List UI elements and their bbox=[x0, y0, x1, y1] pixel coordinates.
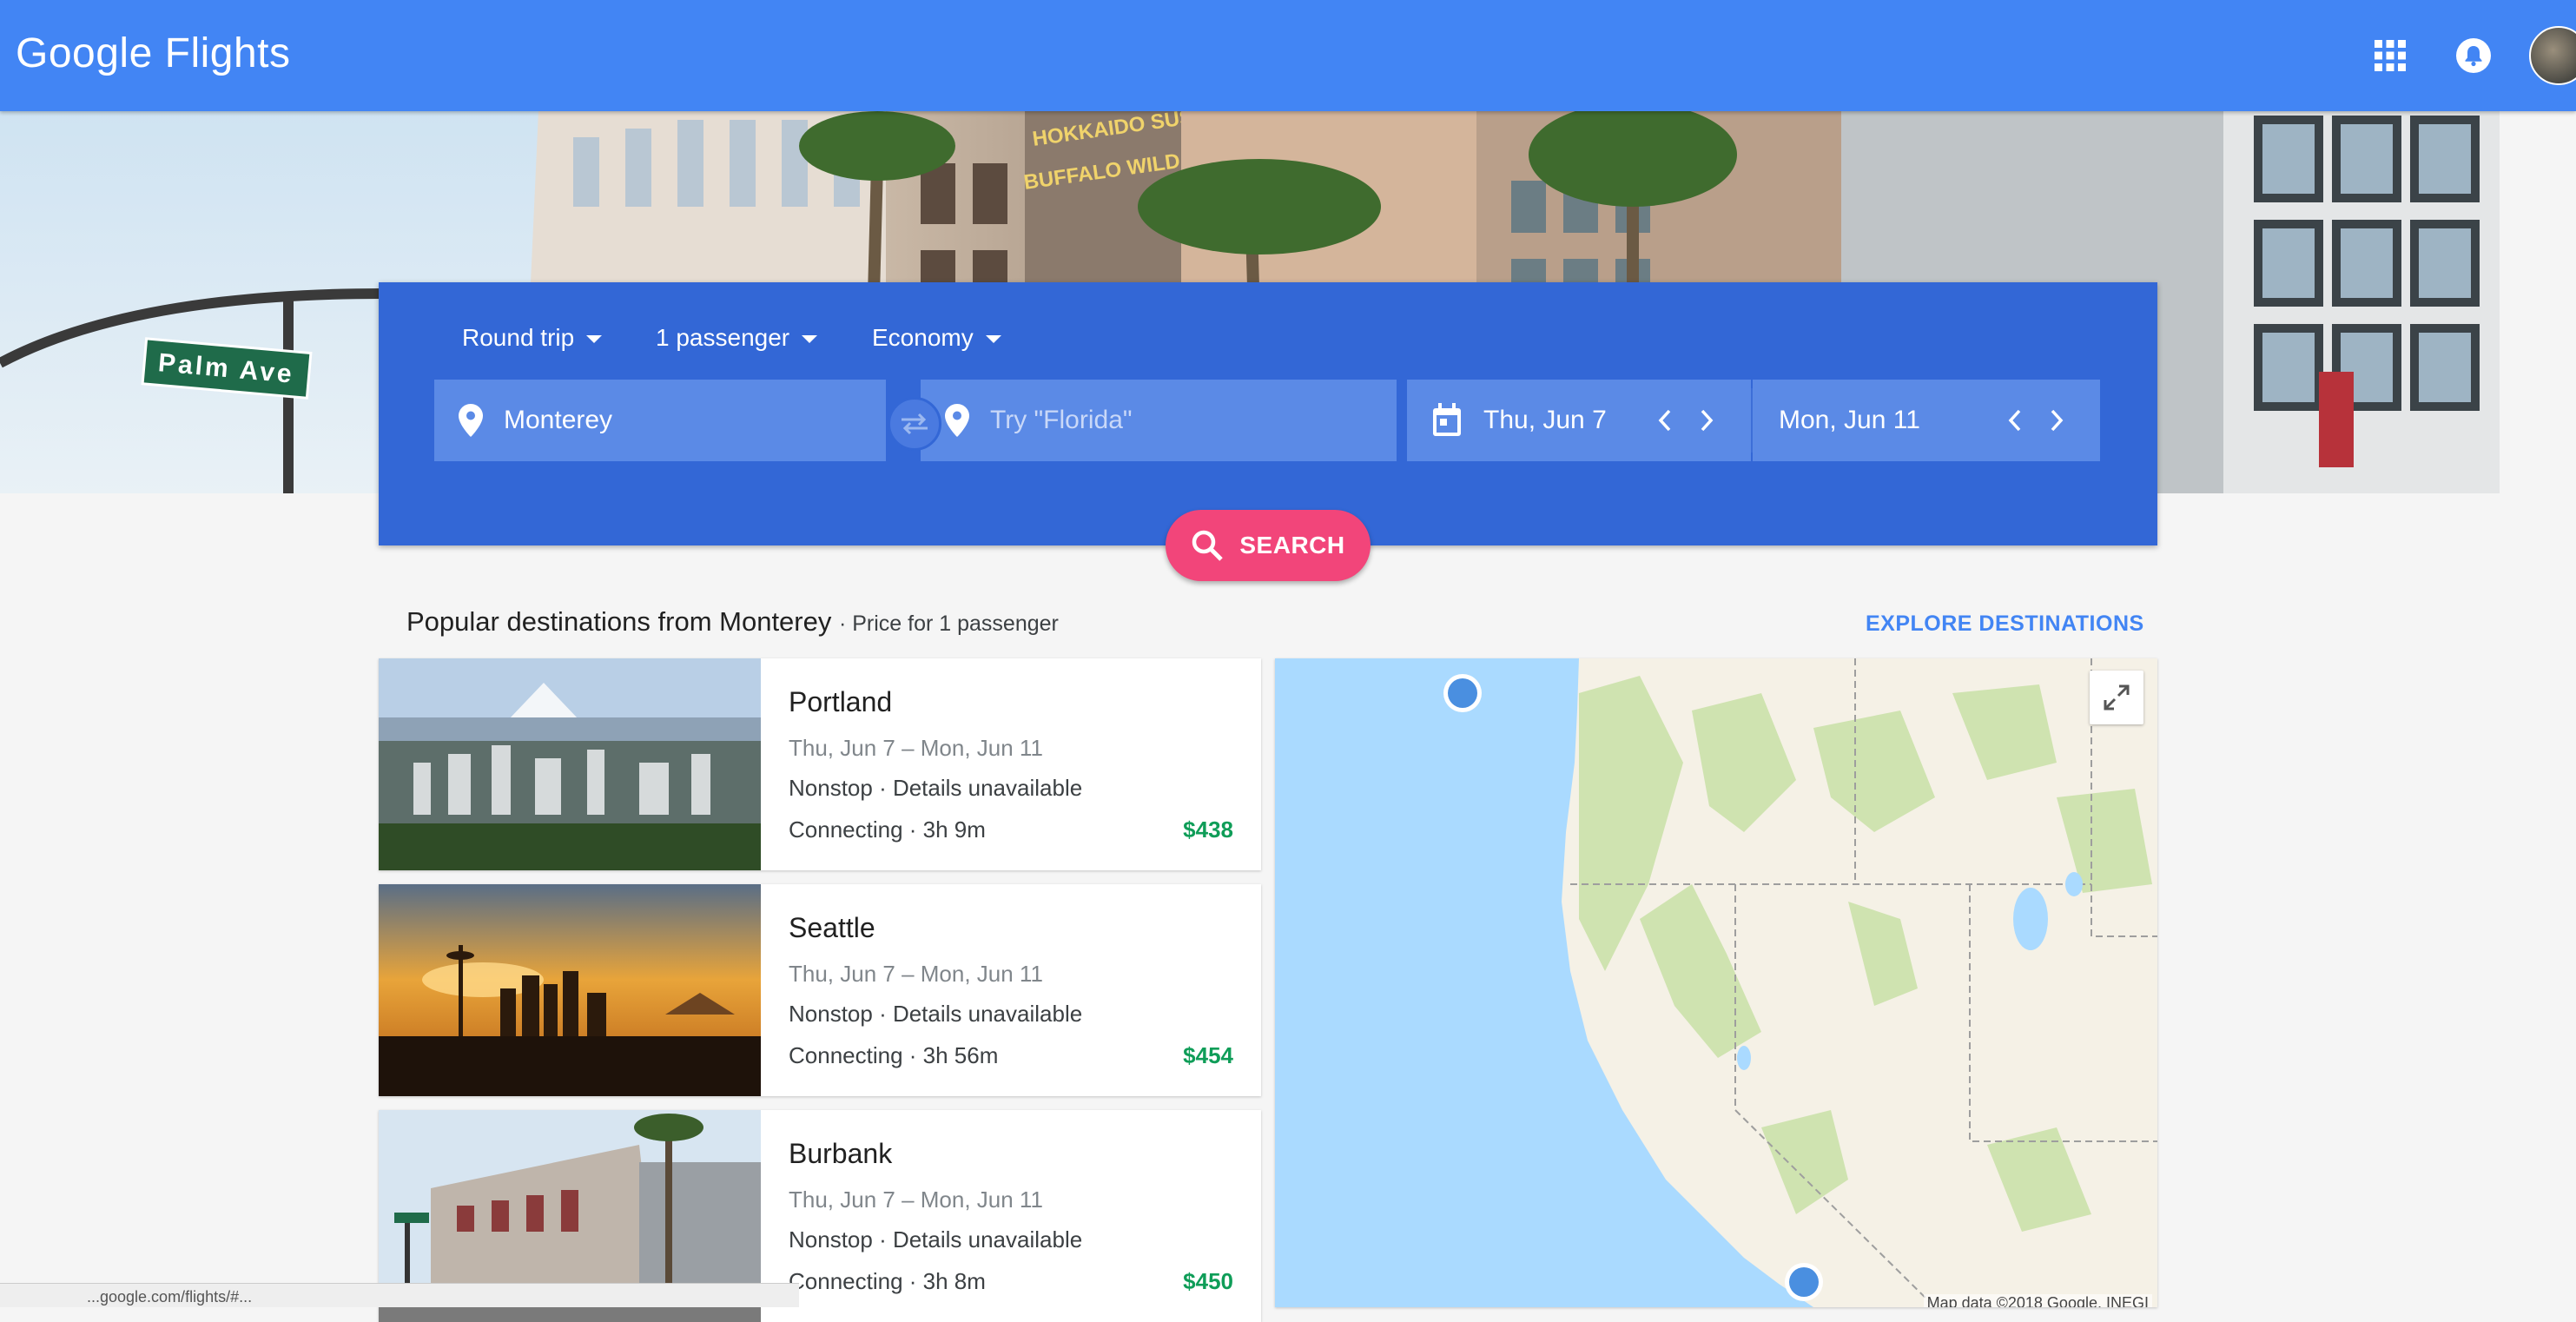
trip-type-dropdown[interactable]: Round trip bbox=[462, 324, 603, 352]
chevron-right-icon[interactable] bbox=[1699, 408, 1714, 433]
search-button-label: SEARCH bbox=[1239, 532, 1345, 559]
fullscreen-button[interactable] bbox=[2090, 671, 2143, 724]
return-date-field[interactable]: Mon, Jun 11 bbox=[1753, 380, 2100, 461]
portland-photo bbox=[379, 658, 761, 870]
depart-date-field[interactable]: Thu, Jun 7 bbox=[1407, 380, 1751, 461]
nonstop-info: Nonstop · Details unavailable bbox=[789, 775, 1083, 801]
browser-status-url: ...google.com/flights/#... bbox=[0, 1283, 799, 1307]
connecting-info: Connecting · 3h 9m bbox=[789, 816, 986, 843]
cabin-class-label: Economy bbox=[872, 324, 974, 351]
caret-down-icon bbox=[985, 334, 1001, 343]
google-flights-logo[interactable]: Google Flights bbox=[16, 30, 291, 77]
connecting-info: Connecting · 3h 8m bbox=[789, 1268, 986, 1294]
connecting-info: Connecting · 3h 56m bbox=[789, 1042, 999, 1068]
location-pin-icon bbox=[459, 404, 483, 437]
caret-down-icon bbox=[586, 334, 603, 343]
destination-city: Seattle bbox=[789, 912, 875, 943]
destination-card-portland[interactable]: Portland Thu, Jun 7 – Mon, Jun 11 Nonsto… bbox=[379, 658, 1261, 870]
passengers-label: 1 passenger bbox=[656, 324, 790, 351]
origin-field[interactable]: Monterey bbox=[434, 380, 886, 461]
chevron-left-icon[interactable] bbox=[1657, 408, 1673, 433]
swap-origin-destination-button[interactable] bbox=[888, 397, 941, 451]
account-avatar[interactable] bbox=[2529, 26, 2576, 85]
expand-arrows-icon bbox=[2104, 684, 2130, 711]
calendar-icon bbox=[1433, 403, 1461, 436]
origin-value: Monterey bbox=[504, 406, 613, 434]
seattle-photo bbox=[379, 884, 761, 1096]
destination-card-seattle[interactable]: Seattle Thu, Jun 7 – Mon, Jun 11 Nonstop… bbox=[379, 884, 1261, 1096]
trip-type-label: Round trip bbox=[462, 324, 575, 351]
destination-price: $450 bbox=[1183, 1268, 1233, 1294]
chevron-left-icon[interactable] bbox=[2007, 408, 2023, 433]
map-marker-portland[interactable] bbox=[1443, 674, 1482, 712]
search-button[interactable]: SEARCH bbox=[1166, 510, 1371, 581]
search-icon bbox=[1192, 530, 1224, 561]
cabin-class-dropdown[interactable]: Economy bbox=[872, 324, 1001, 352]
top-app-bar: Google Flights bbox=[0, 0, 2576, 111]
swap-arrows-icon bbox=[902, 413, 928, 435]
destination-price: $454 bbox=[1183, 1042, 1233, 1068]
chevron-right-icon[interactable] bbox=[2049, 408, 2064, 433]
nonstop-info: Nonstop · Details unavailable bbox=[789, 1226, 1083, 1253]
map-credit: Map data ©2018 Google, INEGI bbox=[1923, 1294, 2152, 1307]
nonstop-info: Nonstop · Details unavailable bbox=[789, 1001, 1083, 1027]
explore-destinations-link[interactable]: EXPLORE DESTINATIONS bbox=[1866, 611, 2144, 637]
map-marker-burbank[interactable] bbox=[1785, 1263, 1823, 1301]
passengers-dropdown[interactable]: 1 passenger bbox=[656, 324, 818, 352]
destination-price: $438 bbox=[1183, 816, 1233, 843]
destination-city: Burbank bbox=[789, 1138, 893, 1169]
return-date-value: Mon, Jun 11 bbox=[1779, 406, 1920, 434]
destination-dates: Thu, Jun 7 – Mon, Jun 11 bbox=[789, 1186, 1043, 1213]
popular-destinations-title: Popular destinations from Monterey · Pri… bbox=[406, 606, 1059, 638]
destination-dates: Thu, Jun 7 – Mon, Jun 11 bbox=[789, 735, 1043, 761]
caret-down-icon bbox=[802, 334, 818, 343]
price-note: · Price for 1 passenger bbox=[838, 611, 1059, 636]
destinations-map[interactable]: Map data ©2018 Google, INEGI bbox=[1275, 658, 2157, 1307]
popular-destinations-heading: Popular destinations from Monterey bbox=[406, 606, 832, 637]
notifications-bell-icon[interactable] bbox=[2454, 36, 2493, 75]
destination-dates: Thu, Jun 7 – Mon, Jun 11 bbox=[789, 961, 1043, 987]
destination-city: Portland bbox=[789, 686, 893, 717]
apps-grid-icon[interactable] bbox=[2373, 38, 2408, 73]
depart-date-value: Thu, Jun 7 bbox=[1483, 406, 1607, 434]
destination-field[interactable]: Try "Florida" bbox=[921, 380, 1397, 461]
destination-placeholder: Try "Florida" bbox=[990, 406, 1133, 434]
flight-search-panel: Round trip 1 passenger Economy Monterey … bbox=[379, 282, 2157, 545]
location-pin-icon bbox=[945, 404, 969, 437]
